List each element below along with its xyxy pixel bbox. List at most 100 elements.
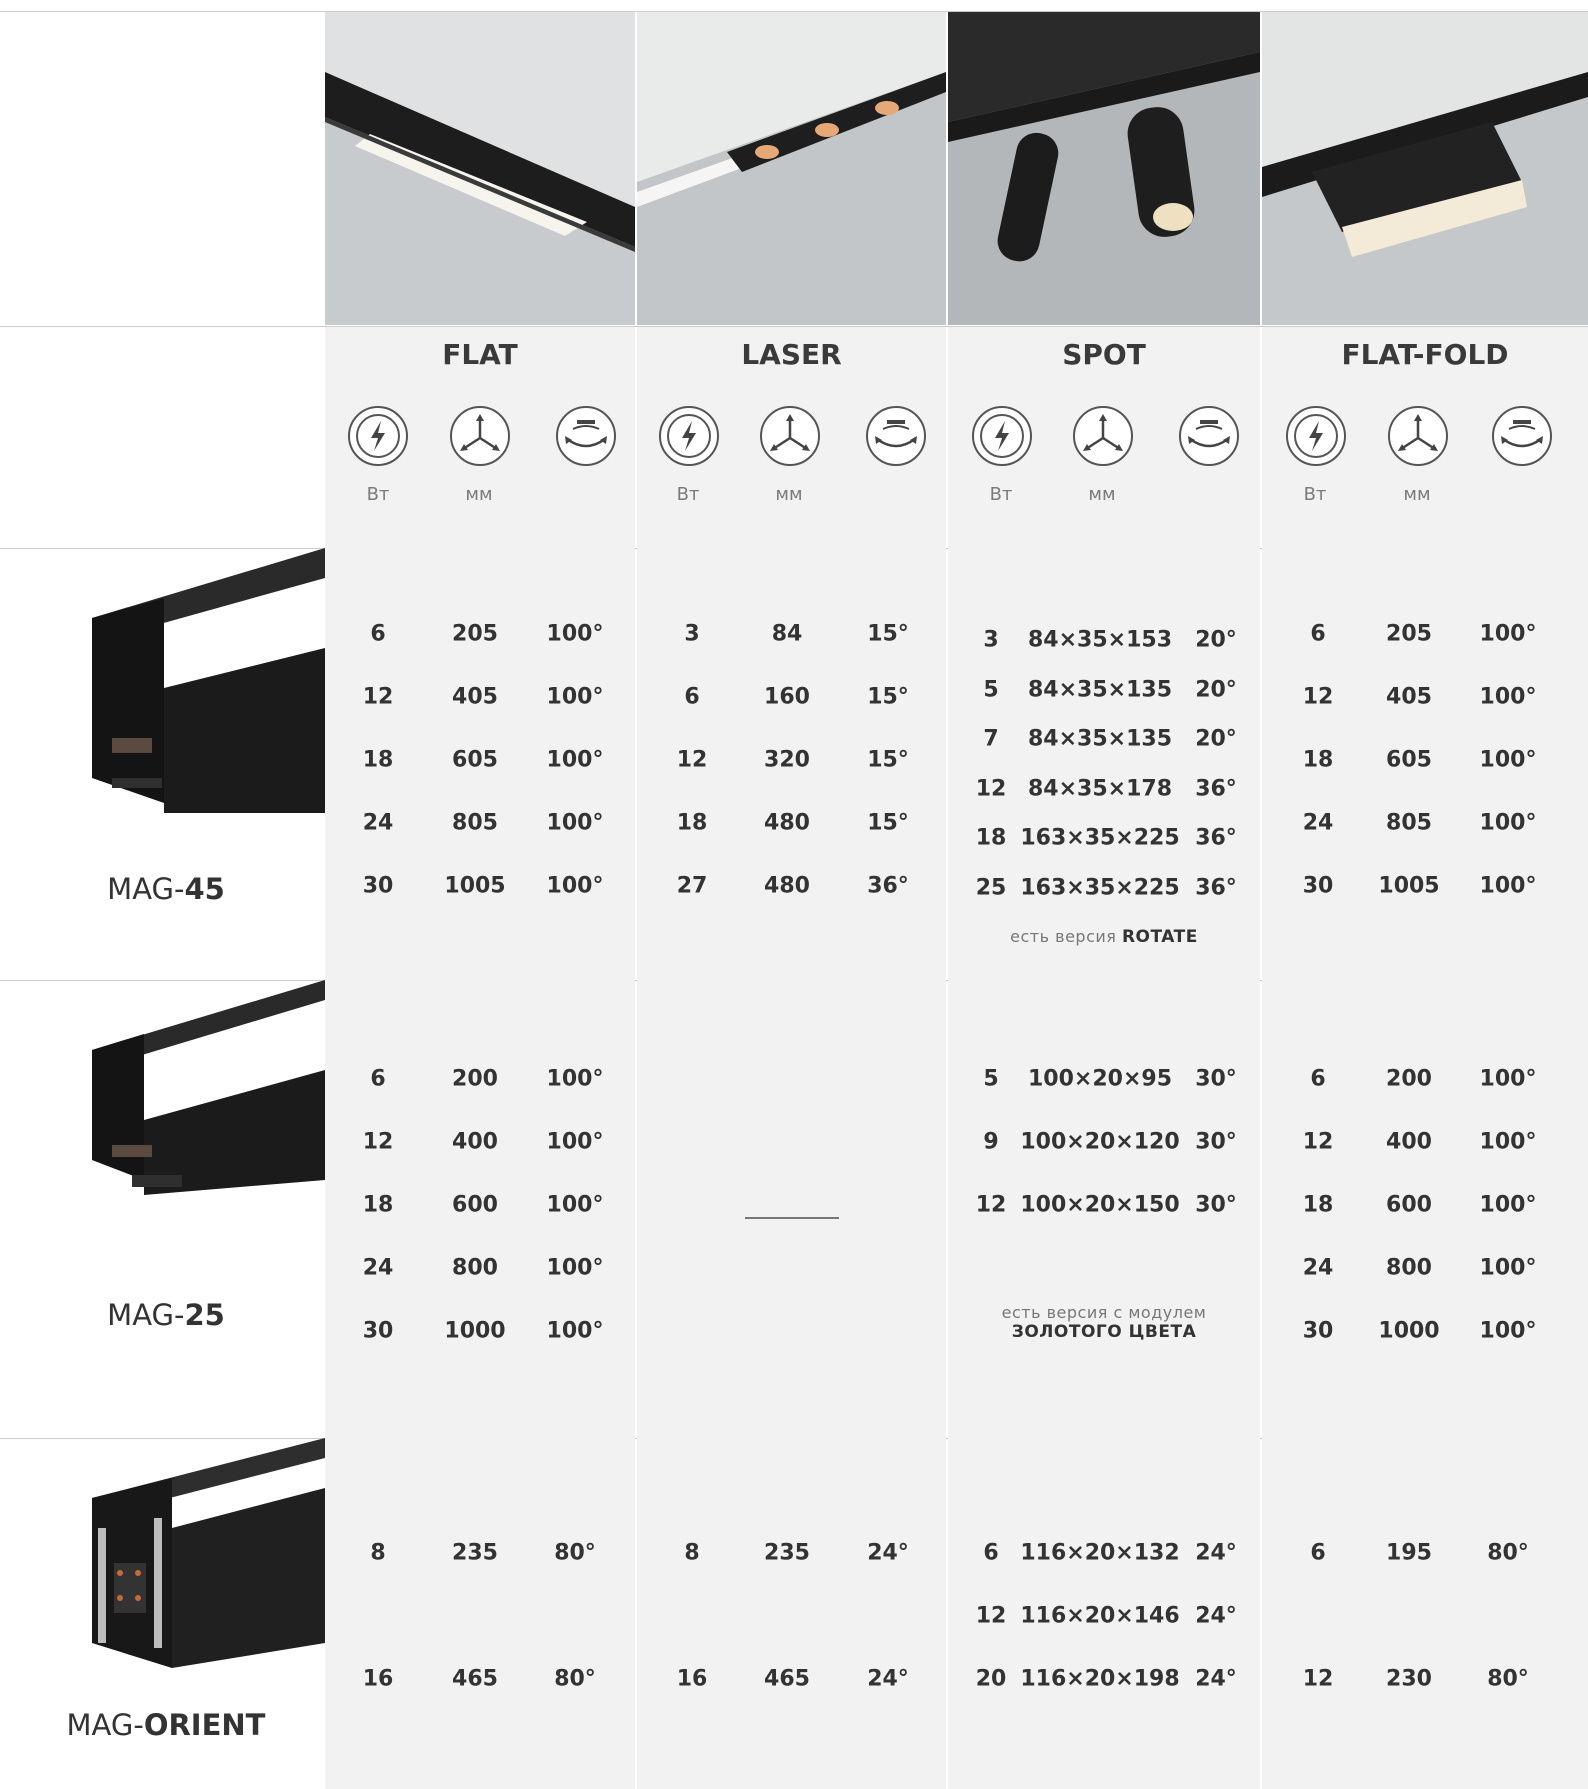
spot-dimensions-icon [1072,405,1134,467]
mag-45-laser-cell: 15° [867,621,909,647]
mag-25-flatfold-cell: 100° [1479,1066,1537,1092]
mag-25-spot-cell: 100×20×120 [1020,1129,1180,1155]
laser-title: LASER [741,338,842,371]
mag-45-flatfold-cell: 205 [1386,621,1432,647]
mag-45-flat-cell: 100° [546,747,604,773]
mag-orient-laser-cell: 24° [867,1540,909,1566]
mag-45-spot-cell: 84×35×153 [1027,627,1173,653]
mag-orient-spot-cell: 24° [1195,1603,1237,1629]
mag-orient-flatfold-cell: 195 [1386,1540,1432,1566]
mag-45-flatfold-cell: 30 [1302,873,1334,899]
mag-orient-flatfold-cell: 80° [1487,1666,1529,1692]
mag-45-spot-cell: 20° [1195,677,1237,702]
flatfold-photo [1262,12,1588,325]
mag-orient-label: MAG-ORIENT [66,1708,266,1742]
mag-25-flatfold-cell: 100° [1479,1192,1537,1218]
mag-45-laser-cell: 36° [867,873,909,899]
mag-25-spot-note: есть версия с модулем ЗОЛОТОГО ЦВЕТА [1001,1303,1207,1342]
mag-25-flat-cell: 18 [362,1192,394,1218]
mag-25-spot-cell: 9 [983,1129,999,1155]
mag-25-flat-cell: 100° [546,1129,604,1155]
mag-45-flatfold-cell: 405 [1386,684,1432,710]
mag-45-laser-cell: 480 [764,810,810,836]
mag-orient-laser-cell: 8 [684,1540,700,1566]
flatfold-column [1262,327,1588,1789]
mag-45-spot-cell: 163×35×225 [1020,875,1180,900]
mag-25-flatfold-cell: 100° [1479,1318,1537,1344]
mag-45-spot-cell: 3 [983,627,999,653]
mag-25-spot-cell: 100×20×150 [1020,1192,1180,1218]
mag-45-spot-cell: 5 [983,677,999,702]
mag-45-flatfold-cell: 100° [1479,873,1537,899]
mag-45-laser-cell: 15° [867,747,909,773]
mag-orient-spot-cell: 12 [975,1603,1007,1629]
mag-45-laser-cell: 3 [684,621,700,647]
mag-45-flat-cell: 24 [362,810,394,836]
mag-25-flat-cell: 100° [546,1255,604,1281]
mag-25-flat-cell: 100° [546,1318,604,1344]
flat-beam-angle-icon [555,405,617,467]
mag-45-laser-cell: 27 [676,873,708,899]
flatfold-unit-mm: мм [1403,484,1431,505]
mag-45-flatfold-cell: 100° [1479,684,1537,710]
mag-45-flatfold-cell: 100° [1479,810,1537,836]
flat-title: FLAT [442,338,518,371]
mag-orient-flatfold-cell: 230 [1386,1666,1432,1692]
mag-25-flat-cell: 1000 [444,1318,506,1344]
mag-orient-flat-cell: 80° [554,1540,596,1566]
mag-45-spot-cell: 20° [1195,726,1237,752]
mag-25-flat-cell: 800 [452,1255,498,1281]
mag-45-spot-cell: 84×35×178 [1027,776,1173,801]
flatfold-beam-angle-icon [1491,405,1553,467]
mag-orient-flat-cell: 235 [452,1540,498,1566]
mag-orient-laser-cell: 235 [764,1540,810,1566]
mag-45-flatfold-cell: 100° [1479,747,1537,773]
mag-orient-laser-cell: 24° [867,1666,909,1692]
mag-45-spot-cell: 25 [975,875,1007,900]
mag-orient-spot-cell: 116×20×198 [1020,1666,1180,1692]
mag-45-flat-cell: 100° [546,684,604,710]
laser-unit-watt: Вт [676,484,700,505]
mag-45-laser-cell: 15° [867,810,909,836]
mag-45-laser-cell: 320 [764,747,810,773]
mag-orient-spot-cell: 20 [975,1666,1007,1692]
mag-orient-spot-cell: 116×20×132 [1020,1540,1180,1566]
mag-25-flatfold-cell: 200 [1386,1066,1432,1092]
mag-25-spot-cell: 5 [983,1066,999,1092]
mag-orient-flat-cell: 8 [370,1540,386,1566]
flatfold-dimensions-icon [1387,405,1449,467]
mag-45-flat-cell: 805 [452,810,498,836]
mag-45-flatfold-cell: 18 [1302,747,1334,773]
mag-25-flatfold-cell: 100° [1479,1129,1537,1155]
flat-unit-watt: Вт [366,484,390,505]
mag-orient-spot-cell: 24° [1195,1666,1237,1692]
mag-25-laser-unavailable [745,1217,839,1219]
flat-dimensions-icon [449,405,511,467]
mag-45-spot-cell: 36° [1195,825,1237,851]
mag-orient-profile-image [92,1438,325,1668]
mag-25-spot-cell: 30° [1195,1129,1237,1155]
laser-dimensions-icon [759,405,821,467]
spot-beam-angle-icon [1178,405,1240,467]
mag-45-spot-cell: 163×35×225 [1020,825,1180,851]
laser-photo [637,12,946,325]
mag-45-label: MAG-45 [107,872,225,906]
laser-power-icon [658,405,720,467]
mag-45-flatfold-cell: 6 [1310,621,1326,647]
mag-45-laser-cell: 18 [676,810,708,836]
spot-power-icon [971,405,1033,467]
flatfold-power-icon [1285,405,1347,467]
laser-unit-mm: мм [775,484,803,505]
mag-45-flatfold-cell: 805 [1386,810,1432,836]
mag-25-spot-cell: 30° [1195,1192,1237,1218]
mag-45-profile-image [92,548,325,813]
mag-25-flat-cell: 24 [362,1255,394,1281]
laser-column [637,327,946,1789]
mag-25-flat-cell: 30 [362,1318,394,1344]
mag-45-laser-cell: 6 [684,684,700,710]
mag-25-flatfold-cell: 24 [1302,1255,1334,1281]
spot-title: SPOT [1062,338,1146,371]
mag-45-spot-cell: 36° [1195,875,1237,900]
flatfold-unit-watt: Вт [1303,484,1327,505]
flat-photo [325,12,635,325]
